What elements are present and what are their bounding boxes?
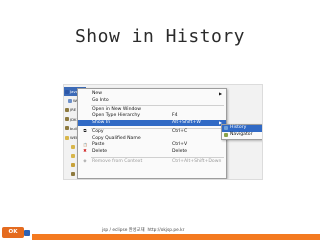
menu-item-label: Go Into <box>92 97 109 103</box>
delete-icon: ✖ <box>83 149 87 155</box>
okjsp-logo: OK <box>2 227 24 238</box>
library-icon <box>65 107 69 112</box>
slide-title: Show in History <box>74 26 246 47</box>
folder-icon <box>71 144 75 149</box>
menu-item-label: New <box>92 91 103 96</box>
menu-item-shortcut: Ctrl+C <box>172 129 188 134</box>
logo-mark-icon <box>24 230 30 236</box>
menu-item-open-type-hierarchy[interactable]: Open Type Hierarchy F4 <box>78 113 226 120</box>
menu-item-paste[interactable]: 📋 Paste Ctrl+V <box>78 142 226 149</box>
library-icon <box>65 117 69 122</box>
menu-item-label: Paste <box>92 142 105 148</box>
footer-caption: jsp / eclipse 완성교재 http://okjsp.pe.kr <box>100 227 187 233</box>
project-icon <box>65 89 69 94</box>
submenu-item-history[interactable]: History <box>222 125 262 132</box>
file-icon <box>71 172 75 177</box>
menu-item-label: Show In <box>92 119 111 125</box>
copy-icon: ⧉ <box>83 129 87 135</box>
paste-icon: 📋 <box>83 143 88 148</box>
folder-icon <box>68 98 72 103</box>
menu-item-delete[interactable]: ✖ Delete Delete <box>78 149 226 156</box>
context-menu: New ▶ Go Into Open in New Window Open Typ… <box>77 88 227 179</box>
remove-context-icon: ◆ <box>83 158 87 164</box>
menu-separator <box>91 156 224 158</box>
file-icon <box>71 163 75 168</box>
menu-item-new[interactable]: New ▶ <box>78 91 226 98</box>
footer-book-title: jsp / eclipse 완성교재 <box>102 228 145 233</box>
footer-url[interactable]: http://okjsp.pe.kr <box>148 228 185 233</box>
footer-accent-bar <box>32 234 320 240</box>
menu-item-shortcut: Alt+Shift+W <box>172 119 201 125</box>
submenu-arrow-icon: ▶ <box>219 91 223 96</box>
submenu-item-navigator[interactable]: Navigator <box>222 132 262 139</box>
tree-item-label: JRE <box>70 107 77 113</box>
menu-item-shortcut: F4 <box>172 113 178 119</box>
menu-item-shortcut: Ctrl+Alt+Shift+Down <box>172 158 222 164</box>
history-icon <box>224 126 228 131</box>
folder-icon <box>65 126 69 131</box>
tree-item-label: JDK <box>70 116 77 122</box>
folder-icon <box>65 135 69 140</box>
navigator-icon <box>224 132 228 137</box>
menu-item-label: Open Type Hierarchy <box>92 113 140 119</box>
menu-item-shortcut: Ctrl+V <box>172 142 188 148</box>
menu-item-label: Delete <box>92 148 108 154</box>
menu-item-shortcut: Delete <box>172 148 188 154</box>
menu-item-copy[interactable]: ⧉ Copy Ctrl+C <box>78 129 226 136</box>
show-in-submenu: History Navigator <box>221 124 262 140</box>
menu-item-label: Copy <box>92 129 104 134</box>
menu-item-go-into[interactable]: Go Into <box>78 98 226 105</box>
menu-item-remove-from-context[interactable]: ◆ Remove from Context Ctrl+Alt+Shift+Down <box>78 159 226 166</box>
submenu-item-label: History <box>230 125 247 130</box>
folder-icon <box>71 153 75 158</box>
submenu-item-label: Navigator <box>230 131 253 137</box>
menu-item-show-in[interactable]: Show In Alt+Shift+W ▶ <box>78 119 226 127</box>
menu-item-label: Remove from Context <box>92 158 143 164</box>
eclipse-screenshot: Java Web JRE JDK build WEB New▶ Go Into … <box>63 84 263 180</box>
